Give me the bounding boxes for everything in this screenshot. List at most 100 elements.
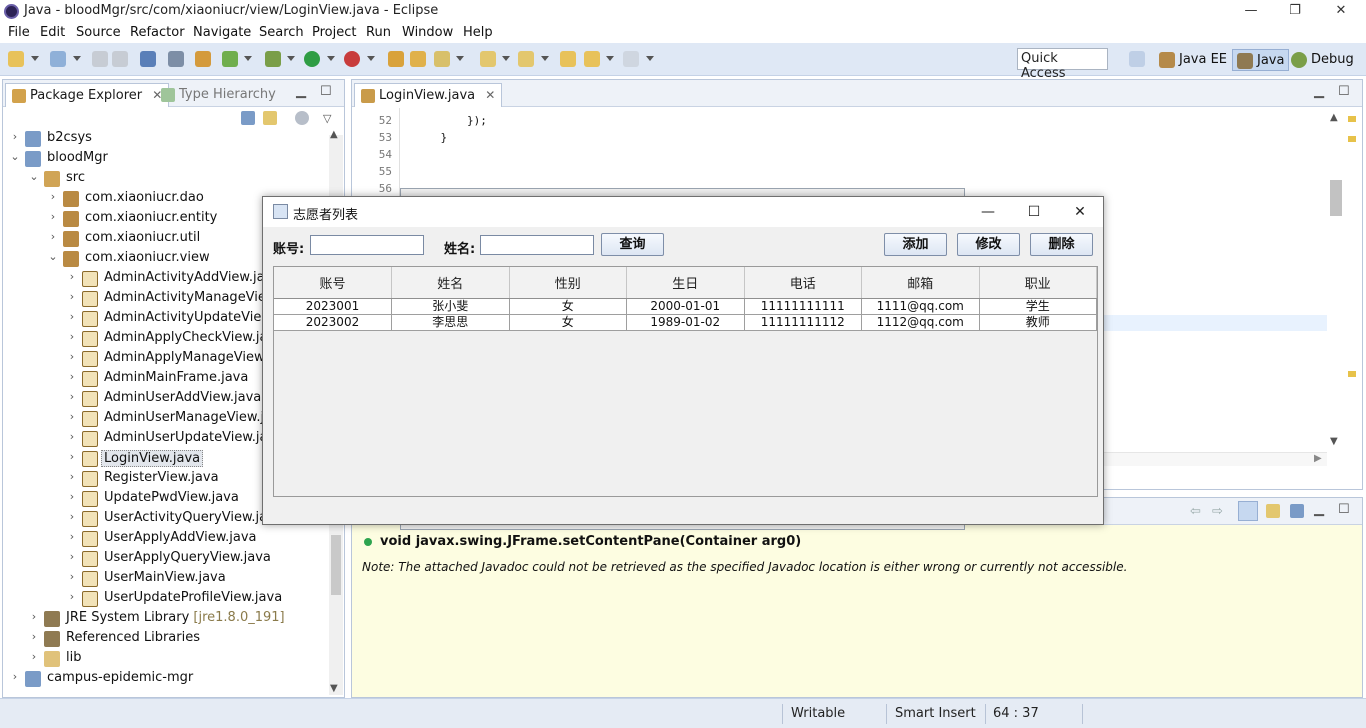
menu-navigate[interactable]: Navigate bbox=[193, 25, 251, 40]
table-column-header[interactable]: 电话 bbox=[744, 267, 862, 299]
chevron-down-icon[interactable] bbox=[244, 56, 252, 61]
tab-package-explorer[interactable]: Package Explorer ✕ bbox=[5, 83, 170, 107]
chevron-right-icon[interactable]: › bbox=[66, 510, 78, 523]
skip-breakpoints-icon[interactable] bbox=[168, 51, 184, 67]
chevron-right-icon[interactable]: › bbox=[66, 490, 78, 503]
warning-marker[interactable] bbox=[1348, 116, 1356, 122]
maximize-view-icon[interactable]: ☐ bbox=[1338, 502, 1350, 517]
warning-marker[interactable] bbox=[1348, 371, 1356, 377]
code-line[interactable]: } bbox=[414, 131, 447, 144]
chevron-down-icon[interactable] bbox=[73, 56, 81, 61]
chevron-down-icon[interactable] bbox=[456, 56, 464, 61]
chevron-right-icon[interactable]: › bbox=[66, 370, 78, 383]
chevron-down-icon[interactable] bbox=[31, 56, 39, 61]
chevron-right-icon[interactable]: › bbox=[66, 470, 78, 483]
scrollbar-thumb[interactable] bbox=[1330, 180, 1342, 216]
table-cell[interactable]: 学生 bbox=[979, 298, 1097, 315]
chevron-right-icon[interactable]: › bbox=[66, 590, 78, 603]
chevron-right-icon[interactable]: › bbox=[28, 610, 40, 623]
table-cell[interactable]: 教师 bbox=[979, 314, 1097, 331]
table-cell[interactable]: 张小斐 bbox=[391, 298, 510, 315]
open-declaration-icon[interactable] bbox=[1266, 504, 1280, 518]
restore-icon[interactable]: ❐ bbox=[1285, 2, 1305, 20]
table-cell[interactable]: 1989-01-02 bbox=[626, 314, 745, 331]
menu-refactor[interactable]: Refactor bbox=[130, 25, 185, 40]
scroll-down-icon[interactable]: ▼ bbox=[330, 683, 338, 694]
perspective-debug[interactable]: Debug bbox=[1287, 49, 1358, 71]
chevron-down-icon[interactable] bbox=[502, 56, 510, 61]
table-cell[interactable]: 11111111111 bbox=[744, 298, 862, 315]
collapse-all-icon[interactable] bbox=[241, 111, 255, 125]
tab-loginview-java[interactable]: LoginView.java ✕ bbox=[354, 83, 503, 107]
chevron-right-icon[interactable]: › bbox=[28, 630, 40, 643]
chevron-right-icon[interactable]: › bbox=[66, 570, 78, 583]
table-cell[interactable]: 女 bbox=[509, 314, 627, 331]
chevron-right-icon[interactable]: › bbox=[66, 310, 78, 323]
new-java-project-icon[interactable] bbox=[388, 51, 404, 67]
chevron-right-icon[interactable]: › bbox=[47, 210, 59, 223]
maximize-view-icon[interactable]: ☐ bbox=[1338, 84, 1350, 99]
code-line[interactable]: }); bbox=[414, 114, 487, 127]
table-cell[interactable]: 女 bbox=[509, 298, 627, 315]
forward-icon[interactable] bbox=[623, 51, 639, 67]
minimize-view-icon[interactable]: ▁ bbox=[296, 84, 306, 99]
next-annotation-icon[interactable] bbox=[480, 51, 496, 67]
scrollbar-thumb[interactable] bbox=[331, 535, 341, 595]
name-input[interactable] bbox=[480, 235, 594, 255]
minimize-view-icon[interactable]: ▁ bbox=[1314, 502, 1324, 517]
view-menu-icon[interactable]: ▽ bbox=[323, 112, 331, 125]
chevron-right-icon[interactable]: › bbox=[47, 190, 59, 203]
tab-type-hierarchy[interactable]: Type Hierarchy bbox=[155, 83, 282, 107]
table-column-header[interactable]: 邮箱 bbox=[861, 267, 980, 299]
scroll-up-icon[interactable]: ▲ bbox=[330, 129, 338, 140]
external-tools-icon[interactable] bbox=[344, 51, 360, 67]
table-column-header[interactable]: 性别 bbox=[509, 267, 627, 299]
menu-window[interactable]: Window bbox=[402, 25, 453, 40]
menu-edit[interactable]: Edit bbox=[40, 25, 65, 40]
minimize-view-icon[interactable]: ▁ bbox=[1314, 84, 1324, 99]
focus-icon[interactable] bbox=[295, 111, 309, 125]
close-icon[interactable]: ✕ bbox=[1069, 203, 1091, 221]
scroll-up-icon[interactable]: ▲ bbox=[1330, 112, 1338, 123]
query-button[interactable]: 查询 bbox=[601, 233, 664, 256]
menu-search[interactable]: Search bbox=[259, 25, 304, 40]
chevron-right-icon[interactable]: › bbox=[66, 530, 78, 543]
save-all-icon[interactable] bbox=[92, 51, 108, 67]
chevron-right-icon[interactable]: › bbox=[47, 230, 59, 243]
chevron-down-icon[interactable] bbox=[287, 56, 295, 61]
chevron-right-icon[interactable]: › bbox=[66, 450, 78, 463]
link-with-editor-icon[interactable] bbox=[263, 111, 277, 125]
print-icon[interactable] bbox=[112, 51, 128, 67]
table-cell[interactable]: 11111111112 bbox=[744, 314, 862, 331]
chevron-down-icon[interactable]: ⌄ bbox=[28, 170, 40, 183]
account-input[interactable] bbox=[310, 235, 424, 255]
minimize-icon[interactable]: — bbox=[977, 203, 999, 221]
volunteer-table-scrollpane[interactable]: 账号 姓名 性别 生日 电话 邮箱 职业 2023001 张小斐女 2000-01-01 1111… bbox=[273, 266, 1098, 497]
table-row[interactable]: 2023002 李思思女 1989-01-02 11111111112 1112@qq.… bbox=[274, 314, 1097, 331]
table-cell[interactable]: 李思思 bbox=[391, 314, 510, 331]
menu-source[interactable]: Source bbox=[76, 25, 121, 40]
chevron-down-icon[interactable] bbox=[327, 56, 335, 61]
back-icon[interactable]: ⇦ bbox=[1190, 504, 1201, 519]
chevron-right-icon[interactable]: › bbox=[66, 390, 78, 403]
open-attached-javadoc-icon[interactable] bbox=[1290, 504, 1304, 518]
chevron-down-icon[interactable]: ⌄ bbox=[9, 150, 21, 163]
table-column-header[interactable]: 职业 bbox=[979, 267, 1097, 299]
chevron-right-icon[interactable]: › bbox=[9, 130, 21, 143]
chevron-right-icon[interactable]: › bbox=[66, 350, 78, 363]
quick-access-input[interactable]: Quick Access bbox=[1017, 48, 1108, 81]
menu-run[interactable]: Run bbox=[366, 25, 391, 40]
table-column-header[interactable]: 姓名 bbox=[391, 267, 510, 299]
menu-help[interactable]: Help bbox=[463, 25, 493, 40]
table-cell[interactable]: 2023001 bbox=[274, 298, 392, 315]
refresh-icon[interactable] bbox=[222, 51, 238, 67]
table-cell[interactable]: 1112@qq.com bbox=[861, 314, 980, 331]
forward-icon[interactable]: ⇨ bbox=[1212, 504, 1223, 519]
last-edit-icon[interactable] bbox=[560, 51, 576, 67]
back-icon[interactable] bbox=[584, 51, 600, 67]
table-row[interactable]: 2023001 张小斐女 2000-01-01 11111111111 1111@qq.… bbox=[274, 298, 1097, 315]
run-icon[interactable] bbox=[304, 51, 320, 67]
volunteer-table[interactable]: 账号 姓名 性别 生日 电话 邮箱 职业 2023001 张小斐女 2000-01-01 1111… bbox=[274, 267, 1097, 331]
chevron-right-icon[interactable]: › bbox=[9, 670, 21, 683]
chevron-right-icon[interactable]: › bbox=[66, 430, 78, 443]
